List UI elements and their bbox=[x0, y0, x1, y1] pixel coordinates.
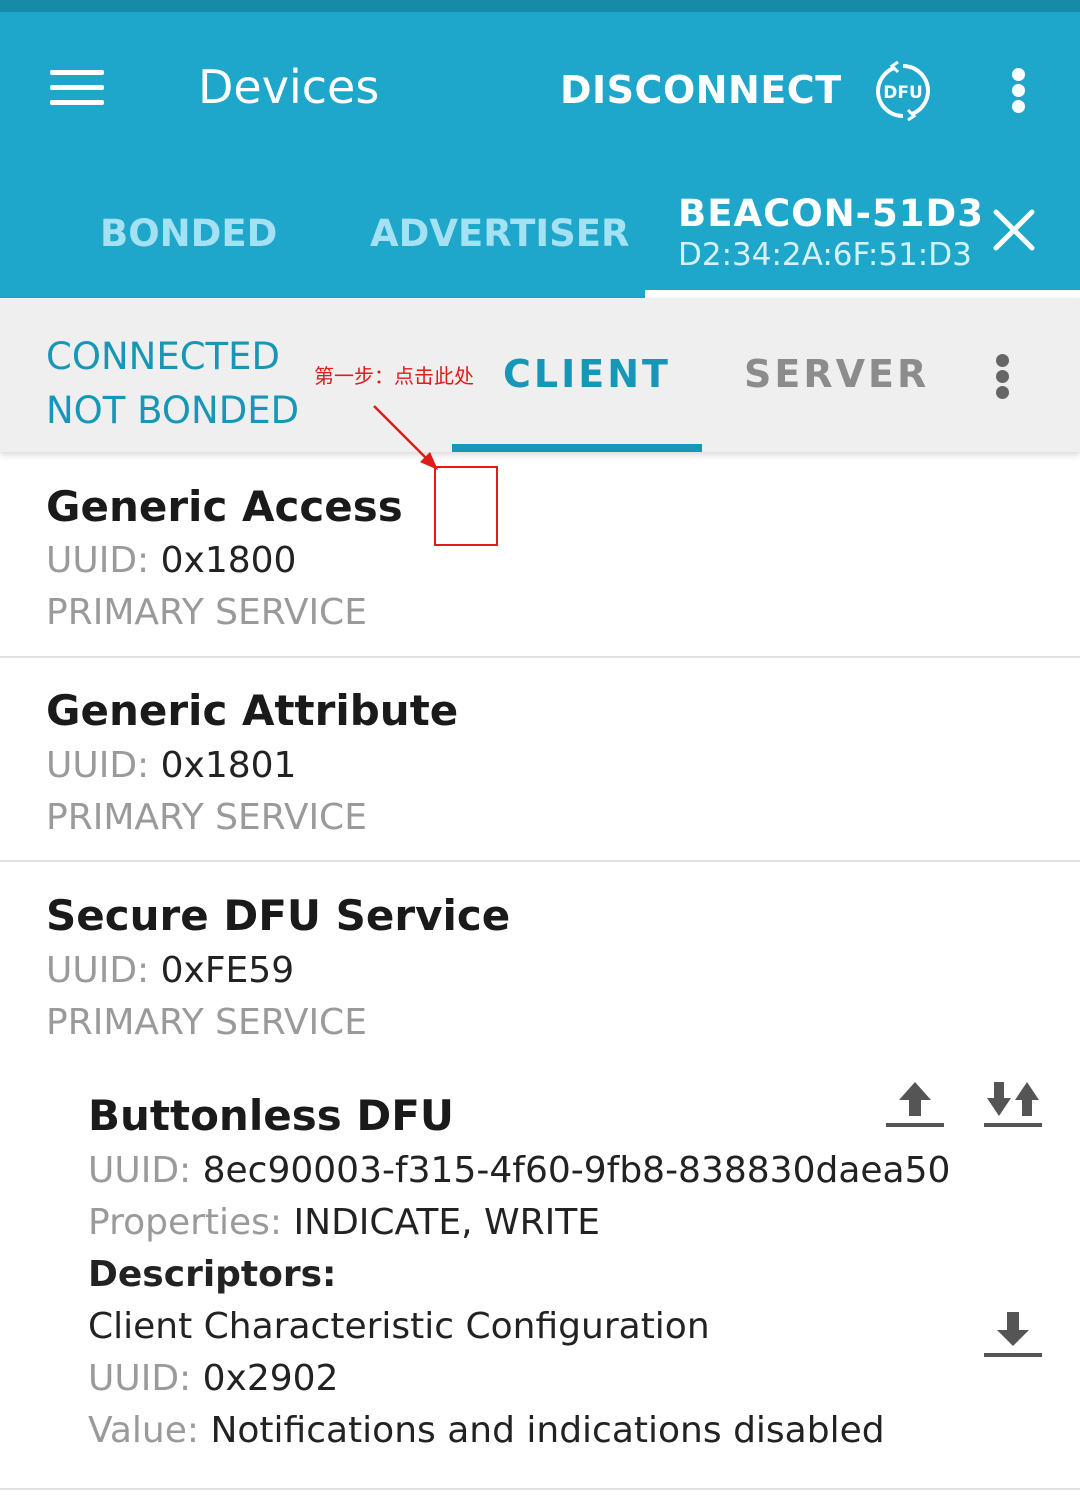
page-title: Devices bbox=[198, 60, 380, 114]
device-name: BEACON-51D3 bbox=[678, 192, 984, 235]
status-bar bbox=[0, 0, 1080, 12]
service-name[interactable]: Generic Access bbox=[46, 482, 403, 531]
service-type: PRIMARY SERVICE bbox=[46, 797, 367, 838]
service-name[interactable]: Generic Attribute bbox=[46, 686, 458, 735]
menu-icon[interactable] bbox=[50, 66, 104, 110]
indications-icon[interactable] bbox=[984, 1080, 1042, 1130]
more-vert-icon[interactable] bbox=[1002, 66, 1036, 114]
dfu-icon[interactable]: DFU bbox=[872, 60, 934, 122]
close-icon[interactable] bbox=[990, 206, 1038, 254]
service-uuid: UUID: 0x1801 bbox=[46, 745, 297, 786]
descriptor-name[interactable]: Client Characteristic Configuration bbox=[88, 1306, 710, 1347]
connection-status: CONNECTED NOT BONDED bbox=[46, 330, 299, 438]
service-uuid: UUID: 0xFE59 bbox=[46, 950, 295, 991]
app-bar: Devices DISCONNECT DFU BONDED ADVERTISER… bbox=[0, 0, 1080, 298]
device-address: D2:34:2A:6F:51:D3 bbox=[678, 237, 972, 273]
read-icon[interactable] bbox=[984, 1310, 1042, 1360]
annotation-text: 第一步：点击此处 bbox=[314, 364, 474, 388]
annotation-box bbox=[434, 466, 498, 546]
client-tab-indicator bbox=[452, 444, 702, 452]
disconnect-button[interactable]: DISCONNECT bbox=[560, 68, 842, 112]
tab-advertiser[interactable]: ADVERTISER bbox=[370, 212, 630, 255]
descriptors-label: Descriptors: bbox=[88, 1254, 337, 1295]
tab-device[interactable]: BEACON-51D3 D2:34:2A:6F:51:D3 bbox=[678, 192, 984, 273]
service-type: PRIMARY SERVICE bbox=[46, 1002, 367, 1043]
status-bonded: NOT BONDED bbox=[46, 389, 300, 432]
tab-server[interactable]: SERVER bbox=[744, 352, 929, 396]
descriptor-value: Value: Notifications and indications dis… bbox=[88, 1410, 885, 1451]
tab-client[interactable]: CLIENT bbox=[503, 352, 671, 396]
write-icon[interactable] bbox=[886, 1080, 944, 1130]
divider bbox=[0, 1488, 1080, 1490]
service-name[interactable]: Secure DFU Service bbox=[46, 891, 510, 940]
svg-text:DFU: DFU bbox=[883, 83, 923, 103]
characteristic-uuid: UUID: 8ec90003-f315-4f60-9fb8-838830daea… bbox=[88, 1150, 951, 1191]
service-type: PRIMARY SERVICE bbox=[46, 592, 367, 633]
divider bbox=[0, 656, 1080, 658]
more-vert-icon[interactable] bbox=[986, 352, 1020, 400]
divider bbox=[0, 860, 1080, 862]
tab-bonded[interactable]: BONDED bbox=[100, 212, 277, 255]
status-connected: CONNECTED bbox=[46, 335, 280, 378]
characteristic-properties: Properties: INDICATE, WRITE bbox=[88, 1202, 600, 1243]
characteristic-name[interactable]: Buttonless DFU bbox=[88, 1091, 454, 1140]
descriptor-uuid: UUID: 0x2902 bbox=[88, 1358, 339, 1399]
tab-indicator bbox=[645, 290, 1080, 298]
service-uuid: UUID: 0x1800 bbox=[46, 540, 297, 581]
